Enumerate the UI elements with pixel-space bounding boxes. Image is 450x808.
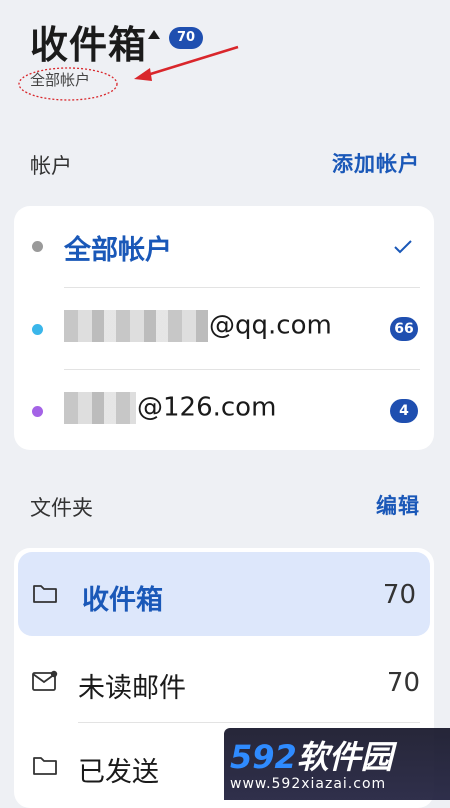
folder-label: 收件箱 [82,585,163,616]
accounts-section-label: 帐户 [30,154,72,178]
account-label: 全部帐户 [64,235,172,266]
account-count-badge: 66 [390,317,418,341]
folder-icon [33,757,57,775]
account-dot-icon [32,241,43,252]
annotation-arrow-icon [134,45,239,81]
caret-up-icon[interactable] [148,30,160,39]
watermark-text: 软件园 [296,738,393,776]
add-account-button[interactable]: 添加帐户 [332,148,420,178]
account-row-126[interactable]: @126.com 4 [14,370,434,452]
account-row-qq[interactable]: @qq.com 66 [14,288,434,370]
account-dot-icon [32,324,43,335]
folder-label: 已发送 [78,757,159,788]
unread-mail-icon [32,670,58,691]
account-dot-icon [32,406,43,417]
watermark-url: www.592xiazai.com [230,776,387,792]
check-icon [394,240,412,254]
folder-count: 70 [382,580,416,610]
watermark-logo: 592软件园 www.592xiazai.com [224,728,450,800]
folders-section-label: 文件夹 [30,496,93,520]
accounts-card: 全部帐户 @qq.com 66 @126.com 4 [14,206,434,450]
folder-row-unread[interactable]: 未读邮件 70 [14,640,434,722]
account-label: @qq.com [209,310,332,341]
account-row-all[interactable]: 全部帐户 [14,206,434,288]
edit-folders-button[interactable]: 编辑 [376,490,420,520]
account-label: @126.com [137,392,277,423]
account-count-badge: 4 [390,399,418,423]
folder-icon [33,585,57,603]
annotation-ellipse [18,67,118,101]
watermark-number: 592 [230,738,297,776]
folder-label: 未读邮件 [78,673,186,704]
folder-row-inbox[interactable]: 收件箱 70 [18,552,430,636]
redacted-email-icon [64,310,208,342]
redacted-email-icon [64,392,136,424]
divider [78,722,420,723]
folder-count: 70 [386,668,420,698]
